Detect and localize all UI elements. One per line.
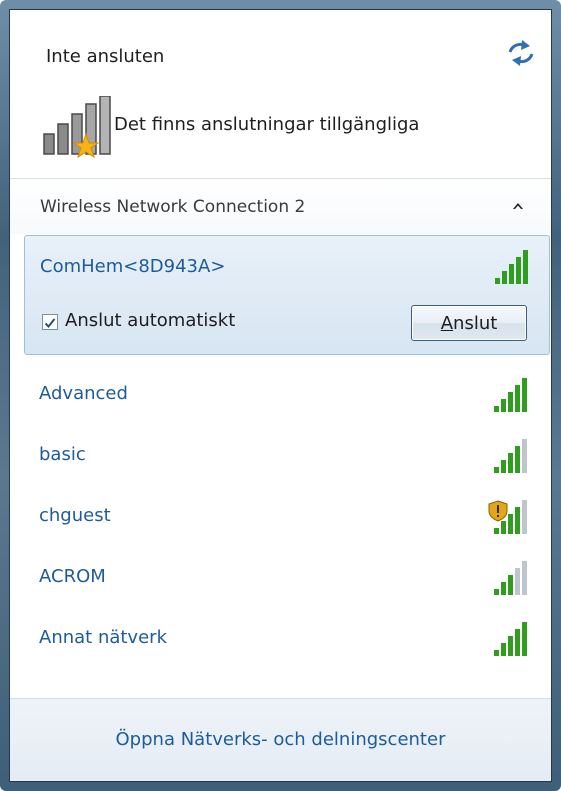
refresh-icon[interactable] [504, 38, 538, 68]
signal-bar [515, 507, 520, 534]
signal-bar [501, 521, 506, 534]
signal-bar [501, 399, 506, 412]
signal-bar [508, 392, 513, 412]
network-item[interactable]: ACROM [24, 550, 550, 610]
signal-bar [515, 446, 520, 473]
footer: Öppna Nätverks- och delningscenter [10, 698, 551, 781]
connect-button[interactable]: Anslut [411, 305, 527, 341]
signal-bar [508, 514, 513, 534]
divider [10, 178, 551, 179]
network-status-icon [43, 96, 111, 158]
signal-bar [501, 582, 506, 595]
signal-bar [515, 568, 520, 595]
network-name: basic [39, 444, 86, 465]
network-item[interactable]: Advanced [24, 367, 550, 427]
signal-bar [522, 378, 527, 412]
network-name: chguest [39, 505, 111, 526]
network-name: Advanced [39, 383, 128, 404]
signal-strength-icon [494, 561, 527, 595]
signal-strength-icon [494, 622, 527, 656]
network-flyout: Inte ansluten Det finns anslutningar til… [9, 9, 552, 782]
network-name: Annat nätverk [39, 627, 167, 648]
signal-strength-icon [494, 439, 527, 473]
auto-connect-label: Anslut automatiskt [65, 310, 236, 331]
shield-warning-icon [488, 500, 508, 522]
connection-status-header: Inte ansluten Det finns anslutningar til… [10, 10, 551, 180]
signal-bar [509, 264, 514, 284]
signal-strength-icon [495, 250, 528, 284]
signal-bar [508, 636, 513, 656]
signal-bar [502, 271, 507, 284]
signal-bar [494, 406, 499, 412]
signal-bar [495, 278, 500, 284]
signal-bar [523, 250, 528, 284]
signal-bar [494, 650, 499, 656]
signal-bar [515, 385, 520, 412]
signal-bar [522, 622, 527, 656]
network-item[interactable]: basic [24, 428, 550, 488]
chevron-up-icon[interactable] [510, 198, 526, 214]
connections-available-text: Det finns anslutningar tillgängliga [114, 114, 420, 135]
network-item-selected[interactable]: ComHem<8D943A> Anslut automatiskt Anslut [24, 235, 550, 355]
signal-strength-icon [494, 378, 527, 412]
signal-bar [508, 453, 513, 473]
network-item[interactable]: chguest [24, 489, 550, 549]
network-name: ComHem<8D943A> [40, 256, 226, 277]
signal-bar [508, 575, 513, 595]
network-center-link[interactable]: Öppna Nätverks- och delningscenter [10, 729, 551, 750]
signal-bar [516, 257, 521, 284]
signal-bar [501, 643, 506, 656]
signal-bar [494, 528, 499, 534]
signal-strength-icon [488, 500, 527, 534]
auto-connect-checkbox[interactable] [42, 314, 58, 330]
signal-bar [522, 561, 527, 595]
signal-bar [522, 439, 527, 473]
signal-bar [515, 629, 520, 656]
signal-bar [494, 467, 499, 473]
adapter-section-header[interactable]: Wireless Network Connection 2 [10, 180, 551, 234]
adapter-name: Wireless Network Connection 2 [40, 197, 306, 217]
signal-bar [501, 460, 506, 473]
signal-bar [494, 589, 499, 595]
network-item[interactable]: Annat nätverk [24, 611, 550, 671]
network-name: ACROM [39, 566, 106, 587]
signal-bar [522, 500, 527, 534]
status-title: Inte ansluten [46, 46, 165, 67]
checkmark-icon [44, 318, 56, 328]
